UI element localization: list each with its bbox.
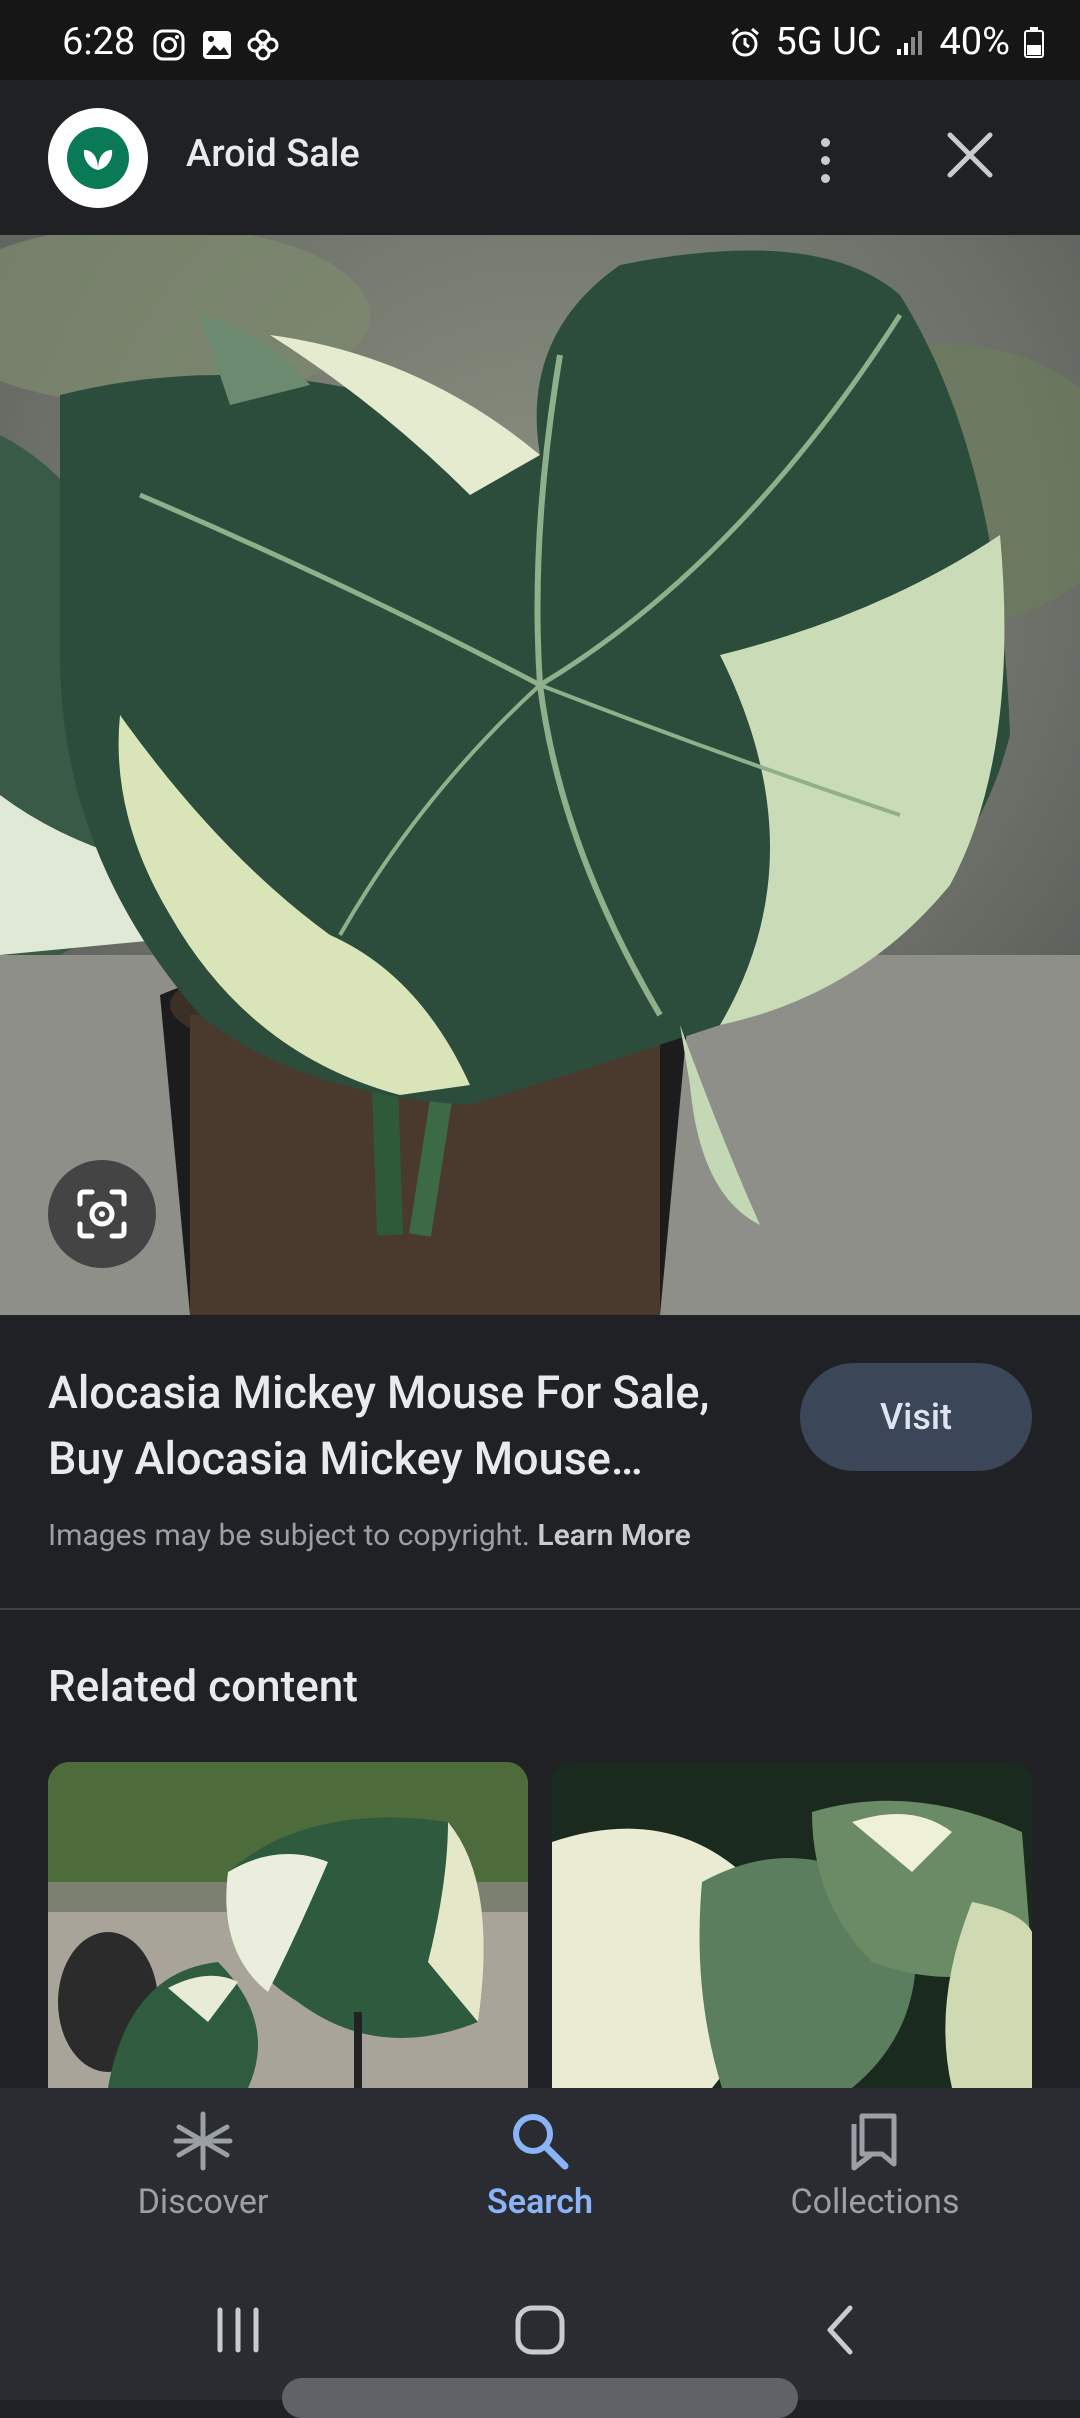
learn-more-link[interactable]: Learn More — [537, 1518, 690, 1553]
site-logo[interactable] — [48, 108, 148, 208]
site-name[interactable]: Aroid Sale — [186, 132, 360, 176]
recents-icon[interactable] — [208, 2300, 268, 2360]
leaf-icon — [83, 150, 113, 170]
alarm-icon — [731, 27, 760, 57]
gesture-pill — [282, 2378, 798, 2418]
lens-button[interactable] — [48, 1160, 156, 1268]
divider — [0, 1608, 1080, 1610]
search-icon — [513, 2114, 569, 2170]
result-title[interactable]: Alocasia Mickey Mouse For Sale, Buy Aloc… — [48, 1360, 778, 1492]
copyright-note: Images may be subject to copyright. Lear… — [48, 1518, 691, 1553]
home-icon[interactable] — [510, 2300, 570, 2360]
related-thumbnail-1[interactable] — [48, 1762, 528, 2088]
plant-photo — [0, 235, 1080, 1315]
result-image[interactable] — [0, 235, 1080, 1315]
signal-icon — [897, 31, 923, 55]
nav-search-label: Search — [487, 2182, 593, 2222]
status-right: 5G UC 40% — [729, 20, 1044, 64]
battery-label: 40% — [939, 20, 1010, 64]
close-icon[interactable] — [940, 125, 1000, 185]
asterisk-icon — [173, 2111, 233, 2171]
instagram-icon — [153, 29, 185, 61]
more-vert-icon[interactable] — [800, 120, 850, 200]
related-image-1 — [48, 1762, 528, 2088]
nav-search[interactable]: Search — [400, 2108, 680, 2258]
related-thumbnail-2[interactable] — [552, 1762, 1032, 2088]
copyright-text: Images may be subject to copyright. — [48, 1518, 530, 1553]
bookmarks-icon — [851, 2113, 897, 2171]
status-bar: 6:28 5G UC 40% — [0, 0, 1080, 80]
related-image-2 — [552, 1762, 1032, 2088]
pinwheel-icon — [247, 29, 279, 61]
visit-button[interactable]: Visit — [800, 1363, 1032, 1471]
result-header — [0, 80, 1080, 235]
gallery-icon — [203, 31, 231, 59]
nav-discover[interactable]: Discover — [63, 2108, 343, 2258]
lens-icon — [77, 1189, 127, 1239]
nav-collections[interactable]: Collections — [735, 2108, 1015, 2258]
nav-discover-label: Discover — [137, 2182, 269, 2222]
network-label: 5G UC — [775, 20, 882, 64]
back-icon[interactable] — [812, 2300, 872, 2360]
battery-icon — [1024, 27, 1044, 58]
nav-collections-label: Collections — [790, 2182, 960, 2222]
status-time: 6:28 — [62, 20, 136, 64]
related-heading: Related content — [48, 1660, 358, 1712]
